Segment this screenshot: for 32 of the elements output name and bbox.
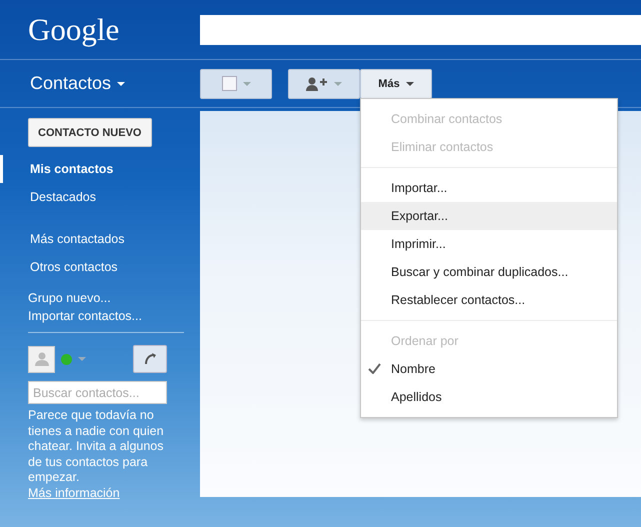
sidebar-item[interactable]: Otros contactos [0,253,200,281]
google-logo: Google [28,12,120,48]
menu-option[interactable]: Nombre [361,355,617,383]
caret-icon [334,82,342,86]
app-title: Contactos [30,73,112,94]
menu-option[interactable]: Apellidos [361,383,617,411]
menu-item[interactable]: Restablecer contactos... [361,286,617,314]
check-icon [368,363,381,374]
menu-heading: Ordenar por [390,333,460,350]
add-contact-button[interactable] [288,68,360,98]
menu-item[interactable]: Buscar y combinar duplicados... [361,258,617,286]
caret-icon [78,357,86,361]
menu-item[interactable]: Exportar... [361,202,617,230]
menu-item[interactable]: Imprimir... [361,230,617,258]
sidebar-item[interactable]: Más contactados [0,225,200,253]
call-button[interactable] [133,345,167,373]
sidebar-link[interactable]: Importar contactos... [28,309,200,324]
person-add-icon [306,76,328,90]
new-contact-button[interactable]: CONTACTO NUEVO [28,118,152,147]
menu-item[interactable]: Importar... [361,174,617,202]
select-dropdown[interactable] [200,68,272,98]
avatar-icon [28,346,55,372]
caret-icon [242,82,250,86]
contact-search-field[interactable]: Buscar contactos... [28,381,167,404]
status-dot[interactable] [61,354,72,364]
sidebar-item[interactable]: Destacados [0,183,200,211]
chat-message: Parece que todavía no tienes a nadie con quien chatear. Invita a algunos de tus contactos para empezar. [28,408,165,486]
more-button[interactable]: Más [360,68,432,98]
caret-icon [117,82,126,86]
caret-icon [406,82,414,86]
search-field[interactable] [200,14,641,44]
sidebar-link[interactable]: Grupo nuevo... [28,291,200,306]
